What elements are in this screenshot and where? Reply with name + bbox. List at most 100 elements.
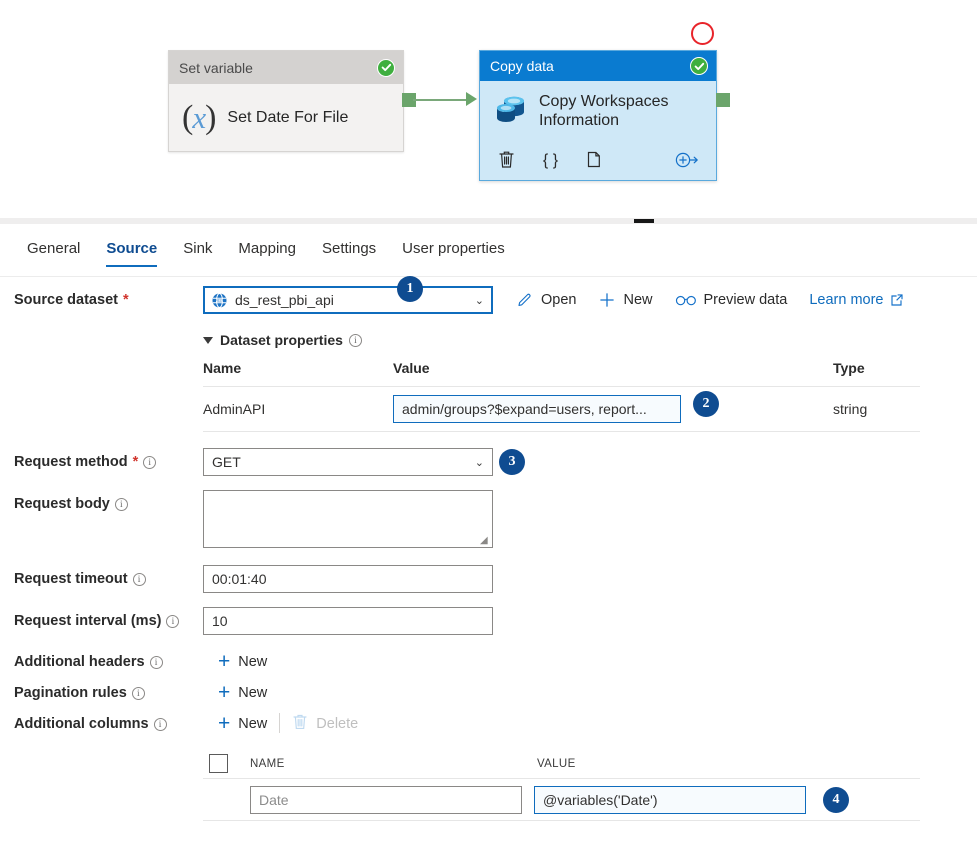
request-method-label: Request method * i — [0, 448, 203, 476]
request-body-label: Request body i — [0, 490, 203, 518]
info-icon[interactable]: i — [143, 455, 157, 469]
grid-row: Date @variables('Date') 4 — [203, 779, 920, 821]
activity-copy-data-type: Copy data — [490, 58, 554, 74]
set-variable-icon: (x) — [182, 99, 216, 136]
table-header-row: Name Value Type — [203, 360, 920, 387]
pipeline-canvas[interactable]: Set variable (x) Set Date For File Copy … — [0, 0, 977, 224]
new-dataset-button[interactable]: New — [591, 291, 659, 309]
resize-grip-icon[interactable]: ◢ — [480, 536, 490, 546]
additional-columns-grid: NAME VALUE Date @variables('Date') 4 — [203, 749, 920, 821]
activity-set-variable-body: (x) Set Date For File — [169, 84, 403, 152]
status-success-icon — [690, 57, 708, 75]
chevron-down-icon[interactable]: ⌄ — [475, 456, 484, 469]
info-icon[interactable]: i — [153, 717, 167, 731]
plus-icon — [598, 291, 616, 309]
additional-columns-delete-button[interactable]: Delete — [292, 713, 358, 734]
column-header-value: Value — [393, 360, 833, 387]
dataset-properties-header[interactable]: Dataset properties i — [203, 332, 977, 348]
request-interval-label: Request interval (ms) i — [0, 607, 203, 635]
annotation-circle-highlight — [691, 22, 714, 45]
request-body-textarea[interactable]: ◢ — [203, 490, 493, 548]
clone-icon[interactable] — [586, 150, 604, 173]
learn-more-link[interactable]: Learn more — [802, 292, 911, 308]
pagination-rules-label: Pagination rules i — [0, 682, 203, 704]
request-method-select[interactable]: GET ⌄ — [203, 448, 493, 476]
connector-line — [413, 99, 473, 101]
info-icon[interactable]: i — [132, 572, 146, 586]
info-icon[interactable]: i — [114, 497, 128, 511]
tab-user-properties[interactable]: User properties — [389, 238, 518, 267]
additional-columns-new-button[interactable]: + New — [218, 713, 267, 734]
tabstrip-divider — [0, 276, 977, 277]
splitter-grip-handle[interactable] — [634, 219, 654, 223]
info-icon[interactable]: i — [348, 333, 362, 347]
panel-splitter[interactable] — [0, 218, 977, 224]
dataset-properties-title: Dataset properties — [220, 332, 343, 348]
rest-dataset-icon: REST — [212, 292, 227, 308]
pagination-rules-new-button[interactable]: + New — [218, 682, 267, 703]
table-row: AdminAPI admin/groups?$expand=users, rep… — [203, 386, 920, 432]
open-dataset-button[interactable]: Open — [509, 291, 583, 309]
annotation-badge-4: 4 — [823, 786, 849, 813]
source-dataset-row: Source dataset * REST ds_rest_pbi_api ⌄ 1… — [0, 276, 977, 316]
tab-settings[interactable]: Settings — [309, 238, 389, 267]
source-dataset-value: ds_rest_pbi_api — [235, 292, 334, 308]
activity-copy-data-header: Copy data — [480, 51, 716, 81]
tab-general[interactable]: General — [14, 238, 93, 267]
column-header-value: VALUE — [537, 757, 576, 770]
preview-data-button[interactable]: Preview data — [668, 292, 795, 308]
request-timeout-label: Request timeout i — [0, 565, 203, 593]
activity-set-variable-type: Set variable — [179, 59, 253, 76]
chevron-down-icon[interactable]: ⌄ — [475, 294, 484, 307]
additional-headers-new-button[interactable]: + New — [218, 651, 267, 672]
request-timeout-value: 00:01:40 — [212, 571, 267, 587]
column-header-name: NAME — [250, 757, 285, 770]
plus-icon: + — [218, 650, 231, 673]
activity-set-variable-header: Set variable — [169, 51, 403, 84]
properties-tabstrip[interactable]: General Source Sink Mapping Settings Use… — [0, 238, 977, 276]
request-body-row: Request body i ◢ — [0, 490, 977, 548]
activity-set-variable[interactable]: Set variable (x) Set Date For File — [168, 50, 404, 152]
request-timeout-input[interactable]: 00:01:40 — [203, 565, 493, 593]
info-icon[interactable]: i — [149, 655, 163, 669]
delete-icon — [292, 713, 308, 734]
activity-output-port-copydata[interactable] — [716, 93, 730, 107]
property-type-cell: string — [833, 386, 920, 432]
source-dataset-select[interactable]: REST ds_rest_pbi_api ⌄ — [203, 286, 493, 314]
dataset-properties-table: Name Value Type AdminAPI admin/groups?$e… — [203, 360, 920, 432]
delete-icon[interactable] — [498, 150, 515, 173]
info-icon[interactable]: i — [166, 614, 180, 628]
grid-header-row: NAME VALUE — [203, 749, 920, 779]
additional-columns-row: Additional columns i + New Delete — [0, 713, 977, 735]
status-success-icon — [377, 58, 395, 77]
additional-column-value-input[interactable]: @variables('Date') — [534, 785, 806, 814]
tab-source[interactable]: Source — [93, 238, 170, 267]
property-value-input[interactable]: admin/groups?$expand=users, report... — [393, 395, 681, 423]
glasses-icon — [675, 293, 697, 307]
activity-set-variable-name: Set Date For File — [227, 109, 349, 126]
info-icon[interactable]: i — [131, 686, 145, 700]
connector-arrow-icon — [466, 92, 477, 106]
pagination-rules-row: Pagination rules i + New — [0, 682, 977, 704]
activity-copy-data-actions: { } — [480, 143, 716, 180]
annotation-badge-3: 3 — [499, 449, 525, 475]
annotation-badge-1: 1 — [397, 276, 423, 302]
add-output-icon[interactable] — [675, 151, 700, 173]
command-separator — [279, 713, 281, 733]
tab-sink[interactable]: Sink — [170, 238, 225, 267]
request-timeout-row: Request timeout i 00:01:40 — [0, 565, 977, 593]
column-header-name: Name — [203, 360, 393, 387]
svg-text:{ }: { } — [543, 152, 559, 169]
request-method-value: GET — [212, 454, 241, 470]
property-name-cell: AdminAPI — [203, 386, 393, 432]
additional-column-name-input[interactable]: Date — [250, 785, 522, 814]
code-icon[interactable]: { } — [541, 150, 560, 173]
tab-mapping[interactable]: Mapping — [225, 238, 309, 267]
request-method-row: Request method * i GET ⌄ 3 — [0, 448, 977, 476]
request-interval-row: Request interval (ms) i 10 — [0, 607, 977, 635]
plus-icon: + — [218, 712, 231, 735]
additional-headers-row: Additional headers i + New — [0, 651, 977, 673]
request-interval-input[interactable]: 10 — [203, 607, 493, 635]
activity-copy-data[interactable]: Copy data Copy Workspaces Information {… — [479, 50, 717, 181]
select-all-checkbox[interactable] — [209, 754, 228, 773]
